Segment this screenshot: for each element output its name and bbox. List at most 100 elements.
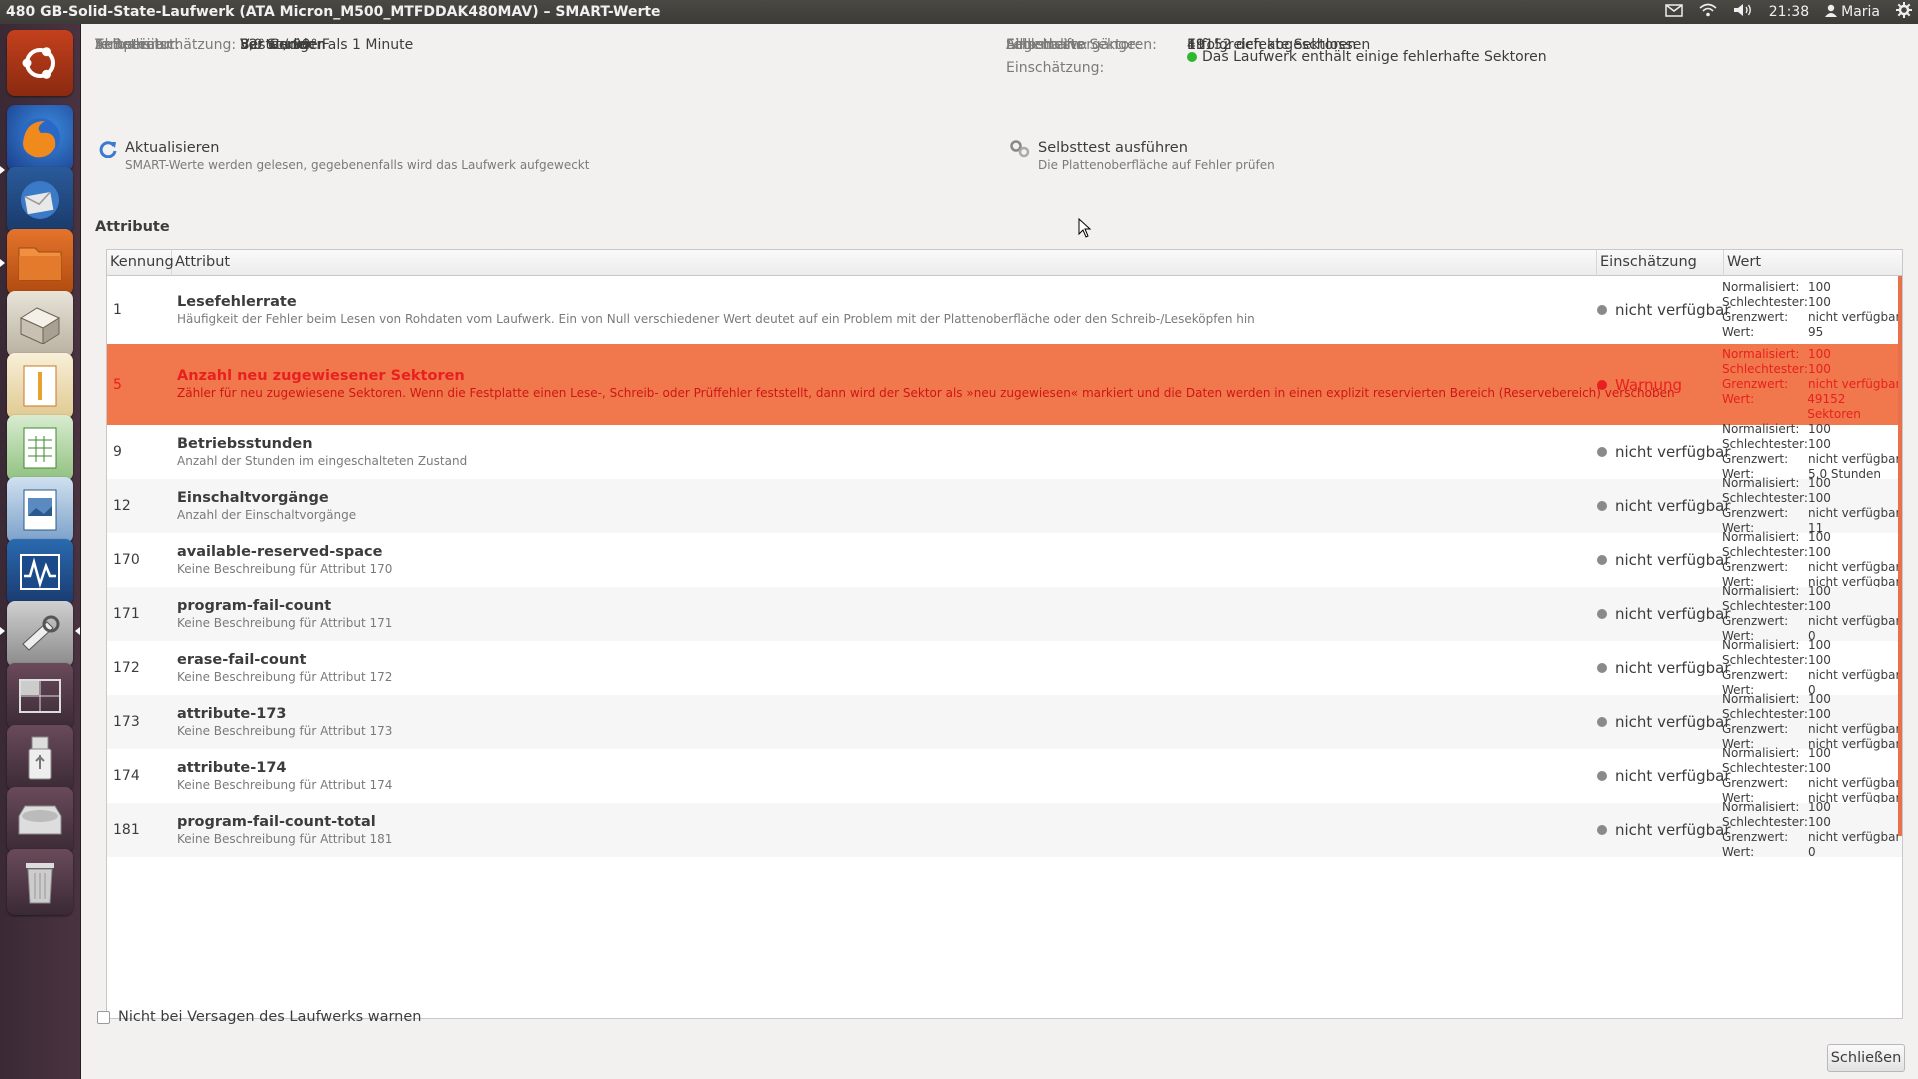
assessment-text: nicht verfügbar	[1615, 301, 1731, 319]
disk-drive-icon[interactable]	[7, 787, 73, 853]
volume-icon[interactable]	[1733, 3, 1753, 21]
attribute-id: 181	[113, 822, 140, 838]
attribute-desc: Keine Beschreibung für Attribut 173	[177, 723, 393, 738]
assessment-text: nicht verfügbar	[1615, 497, 1731, 515]
attribute-id: 1	[113, 302, 122, 318]
header-value[interactable]: Wert	[1724, 250, 1902, 276]
table-row[interactable]: 12 Einschaltvorgänge Anzahl der Einschaltv…	[107, 476, 1902, 535]
table-row[interactable]: 172 erase-fail-count Keine Beschreibung fü…	[107, 638, 1902, 698]
threshold-label: Grenzwert:	[1722, 506, 1789, 520]
refresh-button[interactable]: Aktualisieren SMART-Werte werden gelesen…	[99, 140, 589, 173]
table-row[interactable]: 5 Anzahl neu zugewiesener Sektoren Zähler …	[107, 344, 1902, 425]
refresh-title: Aktualisieren	[125, 140, 220, 156]
clock[interactable]: 21:38	[1769, 4, 1809, 20]
table-row[interactable]: 9 Betriebsstunden Anzahl der Stunden im ei…	[107, 422, 1902, 481]
scrollbar[interactable]	[1898, 276, 1902, 836]
value-cell: Normalisiert: 100 Schlechtester: 100 Grenzwe…	[1722, 530, 1900, 590]
normalized-label: Normalisiert:	[1722, 692, 1800, 706]
assessment-text: nicht verfügbar	[1615, 767, 1731, 785]
attributes-table[interactable]: Kennung Attribut Einschätzung Wert 1 Lese…	[106, 249, 1903, 1019]
image-viewer-icon[interactable]	[7, 477, 73, 543]
threshold-label: Grenzwert:	[1722, 722, 1789, 736]
mail-icon[interactable]	[1665, 3, 1683, 21]
header-attribute[interactable]: Attribut	[172, 250, 1597, 276]
normalized-label: Normalisiert:	[1722, 746, 1800, 760]
value-cell: Normalisiert: 100 Schlechtester: 100 Grenzwe…	[1722, 638, 1900, 698]
system-monitor-icon[interactable]	[7, 539, 73, 605]
worst-value: 100	[1808, 545, 1831, 559]
worst-label: Schlechtester:	[1722, 437, 1808, 451]
attribute-id: 171	[113, 606, 140, 622]
table-row[interactable]: 170 available-reserved-space Keine Beschre…	[107, 530, 1902, 590]
normalized-value: 100	[1808, 530, 1831, 544]
close-button[interactable]: Schließen	[1827, 1044, 1905, 1072]
ubuntu-dash-icon[interactable]	[7, 30, 73, 96]
label-overall-assessment: Allgemeine Einschätzung:	[1006, 37, 1105, 76]
worst-value: 100	[1808, 295, 1831, 309]
firefox-icon[interactable]	[7, 105, 73, 171]
normalized-label: Normalisiert:	[1722, 584, 1800, 598]
launcher	[0, 24, 81, 1079]
table-row[interactable]: 1 Lesefehlerrate Häufigkeit der Fehler bei…	[107, 276, 1902, 344]
attribute-name: attribute-174	[177, 759, 287, 776]
running-indicator	[0, 166, 5, 174]
table-row[interactable]: 174 attribute-174 Keine Beschreibung für A…	[107, 746, 1902, 806]
user-menu[interactable]: Maria	[1825, 4, 1880, 21]
trash-icon[interactable]	[7, 849, 73, 915]
worst-label: Schlechtester:	[1722, 653, 1808, 667]
warn-checkbox[interactable]: Nicht bei Versagen des Laufwerks warnen	[97, 1009, 421, 1025]
running-indicator	[0, 627, 5, 635]
libreoffice-calc-icon[interactable]	[7, 415, 73, 481]
attribute-cell: Betriebsstunden Anzahl der Stunden im ein…	[177, 436, 1677, 469]
selftest-icon	[1010, 140, 1030, 162]
checkbox-box[interactable]	[97, 1010, 110, 1024]
software-center-icon[interactable]	[7, 291, 73, 357]
header-id[interactable]: Kennung	[107, 250, 174, 276]
worst-label: Schlechtester:	[1722, 545, 1808, 559]
window-title: 480 GB-Solid-State-Laufwerk (ATA Micron_…	[6, 4, 661, 20]
usb-drive-icon[interactable]	[7, 725, 73, 791]
header-assessment[interactable]: Einschätzung	[1597, 250, 1724, 276]
gear-icon[interactable]	[1896, 2, 1912, 22]
worst-value: 100	[1808, 491, 1831, 505]
table-row[interactable]: 181 program-fail-count-total Keine Beschre…	[107, 800, 1902, 859]
assessment-text: nicht verfügbar	[1615, 443, 1731, 461]
assessment-status-icon	[1597, 379, 1607, 390]
table-header: Kennung Attribut Einschätzung Wert	[107, 250, 1902, 276]
normalized-value: 100	[1808, 347, 1831, 361]
wifi-icon[interactable]	[1699, 3, 1717, 21]
table-row[interactable]: 173 attribute-173 Keine Beschreibung für A…	[107, 692, 1902, 751]
value-cell: Normalisiert: 100 Schlechtester: 100 Grenzwe…	[1722, 746, 1900, 806]
normalized-value: 100	[1808, 638, 1831, 652]
libreoffice-impress-icon[interactable]	[7, 353, 73, 419]
files-icon[interactable]	[7, 229, 73, 295]
attribute-cell: attribute-174 Keine Beschreibung für Attr…	[177, 760, 1677, 793]
attribute-desc: Zähler für neu zugewiesene Sektoren. Wen…	[177, 386, 1675, 400]
assessment-status-icon	[1597, 501, 1607, 511]
system-settings-icon[interactable]	[7, 601, 73, 667]
selftest-button[interactable]: Selbsttest ausführen Die Plattenoberfläc…	[1010, 140, 1275, 173]
attribute-cell: Lesefehlerrate Häufigkeit der Fehler beim…	[177, 294, 1677, 327]
attribute-cell: available-reserved-space Keine Beschreibu…	[177, 544, 1677, 577]
threshold-value: nicht verfügbar	[1808, 830, 1901, 844]
threshold-label: Grenzwert:	[1722, 377, 1789, 391]
value-self-assessment: Bestanden	[240, 37, 315, 53]
assessment-text: nicht verfügbar	[1615, 659, 1731, 677]
normalized-label: Normalisiert:	[1722, 347, 1800, 361]
attribute-desc: Keine Beschreibung für Attribut 181	[177, 831, 393, 846]
worst-value: 100	[1808, 437, 1831, 451]
threshold-value: nicht verfügbar	[1808, 452, 1901, 466]
attribute-desc: Anzahl der Stunden im eingeschalteten Zu…	[177, 453, 468, 468]
table-row[interactable]: 171 program-fail-count Keine Beschreibung …	[107, 584, 1902, 643]
worst-label: Schlechtester:	[1722, 491, 1808, 505]
normalized-value: 100	[1808, 476, 1831, 490]
threshold-value: nicht verfügbar	[1808, 310, 1901, 324]
assessment-cell: nicht verfügbar	[1597, 551, 1731, 569]
assessment-status-icon	[1597, 663, 1607, 673]
threshold-label: Grenzwert:	[1722, 776, 1789, 790]
worst-value: 100	[1808, 815, 1831, 829]
thunderbird-icon[interactable]	[7, 167, 73, 233]
worst-label: Schlechtester:	[1722, 599, 1808, 613]
threshold-value: nicht verfügbar	[1808, 776, 1901, 790]
workspace-switcher-icon[interactable]	[7, 663, 73, 729]
